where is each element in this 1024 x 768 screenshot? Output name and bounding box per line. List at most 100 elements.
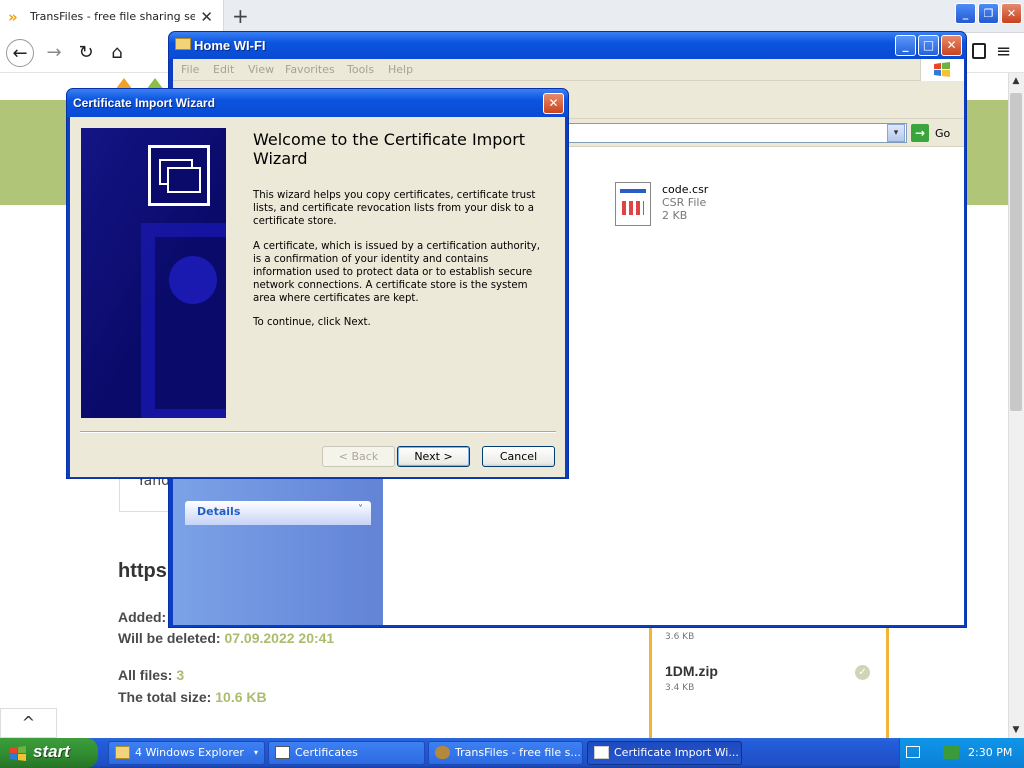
- total-size-line: The total size: 10.6 KB: [118, 689, 267, 705]
- go-button[interactable]: Go: [935, 127, 950, 140]
- windows-logo-icon: [920, 59, 964, 81]
- added-line: Added:: [118, 609, 166, 625]
- menu-view[interactable]: View: [248, 63, 274, 76]
- certificate-import-wizard: Certificate Import Wizard ✕ Welcome to t…: [66, 88, 569, 479]
- menu-icon[interactable]: ≡: [996, 41, 1011, 62]
- scrollbar-thumb[interactable]: [1010, 93, 1022, 411]
- browser-minimize-button[interactable]: _: [955, 3, 976, 24]
- extension-icon[interactable]: [972, 43, 986, 59]
- go-arrow-icon[interactable]: →: [911, 124, 929, 142]
- windows-flag-icon: [934, 62, 950, 77]
- wizard-paragraph-1: This wizard helps you copy certificates,…: [253, 190, 536, 227]
- explorer-close-button[interactable]: ✕: [941, 35, 962, 56]
- file-type: CSR File: [662, 196, 707, 209]
- menu-tools[interactable]: Tools: [347, 63, 374, 76]
- browser-tab-transfiles[interactable]: » TransFiles - free file sharing service…: [0, 0, 224, 33]
- explorer-maximize-button[interactable]: □: [918, 35, 939, 56]
- back-arrow-icon[interactable]: ←: [6, 39, 34, 67]
- wizard-paragraph-2: A certificate, which is issued by a cert…: [253, 241, 541, 304]
- start-button[interactable]: start: [0, 738, 98, 768]
- chevron-down-icon[interactable]: ˅: [358, 504, 363, 515]
- wizard-title: Certificate Import Wizard: [73, 96, 215, 110]
- scroll-down-icon[interactable]: ▼: [1008, 722, 1024, 738]
- details-panel-header[interactable]: Details ˅: [185, 501, 371, 525]
- explorer-minimize-button[interactable]: _: [895, 35, 916, 56]
- wizard-paragraph-3: To continue, click Next.: [253, 317, 371, 328]
- wizard-separator: [80, 431, 556, 433]
- file-size: 3.4 KB: [665, 683, 695, 693]
- clock[interactable]: 2:30 PM: [968, 746, 1012, 759]
- menu-favorites[interactable]: Favorites: [285, 63, 335, 76]
- csr-file-icon[interactable]: [615, 182, 651, 226]
- taskbar-item-label: 4 Windows Explorer: [135, 746, 244, 759]
- window-icon: [594, 746, 609, 759]
- browser-restore-button[interactable]: ❐: [978, 3, 999, 24]
- added-label: Added:: [118, 609, 167, 625]
- menu-help[interactable]: Help: [388, 63, 413, 76]
- back-button[interactable]: < Back: [322, 446, 395, 467]
- browser-window-controls: _ ❐ ✕: [955, 3, 1022, 24]
- chevron-down-icon: ▾: [253, 748, 258, 757]
- system-tray: 2:30 PM: [899, 738, 1024, 768]
- scroll-top-button[interactable]: ^: [0, 708, 57, 738]
- tab-title: TransFiles - free file sharing service: [30, 10, 195, 23]
- explorer-window-controls: _ □ ✕: [895, 35, 962, 56]
- explorer-title-bar[interactable]: Home WI-FI _ □ ✕: [169, 32, 966, 59]
- scroll-up-icon[interactable]: ▲: [1008, 73, 1024, 89]
- folder-icon: [115, 746, 130, 759]
- transfiles-favicon-icon: »: [8, 7, 18, 26]
- menu-file[interactable]: File: [181, 63, 199, 76]
- taskbar: start 4 Windows Explorer ▾ Certificates …: [0, 738, 1024, 768]
- total-size-value: 10.6 KB: [215, 689, 267, 705]
- file-name[interactable]: code.csr: [662, 183, 708, 196]
- wizard-banner-image: [81, 128, 226, 418]
- network-icon[interactable]: [943, 745, 959, 759]
- wizard-title-bar[interactable]: Certificate Import Wizard ✕: [67, 89, 568, 117]
- all-files-line: All files: 3: [118, 667, 184, 683]
- files-panel: [649, 626, 889, 738]
- browser-icon: [435, 746, 450, 759]
- menu-edit[interactable]: Edit: [213, 63, 234, 76]
- browser-tab-bar: » TransFiles - free file sharing service…: [0, 0, 1024, 33]
- taskbar-item-label: TransFiles - free file s...: [455, 746, 581, 759]
- certificate-icon: [148, 145, 210, 206]
- deleted-value: 07.09.2022 20:41: [224, 630, 335, 646]
- windows-flag-icon: [10, 746, 26, 761]
- cancel-button[interactable]: Cancel: [482, 446, 555, 467]
- check-icon: ✓: [855, 665, 870, 680]
- file-size: 2 KB: [662, 209, 688, 222]
- all-files-value: 3: [176, 667, 185, 683]
- keyboard-icon[interactable]: [906, 746, 920, 758]
- taskbar-item-windows-explorer[interactable]: 4 Windows Explorer ▾: [108, 741, 265, 765]
- new-tab-icon[interactable]: +: [232, 4, 249, 28]
- file-icon-grid: [622, 201, 644, 215]
- folder-icon: [175, 38, 191, 50]
- explorer-title: Home WI-FI: [194, 38, 266, 53]
- wizard-close-button[interactable]: ✕: [543, 93, 564, 114]
- address-input[interactable]: [553, 123, 907, 143]
- deleted-line: Will be deleted: 07.09.2022 20:41: [118, 630, 334, 646]
- explorer-menu-bar: File Edit View Favorites Tools Help: [173, 59, 964, 81]
- browser-close-button[interactable]: ✕: [1001, 3, 1022, 24]
- taskbar-item-label: Certificates: [295, 746, 358, 759]
- tab-close-icon[interactable]: ✕: [200, 8, 213, 26]
- start-label: start: [33, 742, 70, 761]
- next-button[interactable]: Next >: [397, 446, 470, 467]
- details-label: Details: [197, 505, 241, 518]
- taskbar-item-certificate-import-wizard[interactable]: Certificate Import Wi...: [587, 741, 742, 765]
- file-size: 3.6 KB: [665, 632, 695, 642]
- wizard-body: Welcome to the Certificate Import Wizard…: [70, 117, 565, 477]
- home-icon[interactable]: ⌂: [103, 39, 131, 67]
- wizard-heading: Welcome to the Certificate Import Wizard: [253, 130, 526, 168]
- file-name[interactable]: 1DM.zip: [665, 663, 718, 679]
- taskbar-item-label: Certificate Import Wi...: [614, 746, 739, 759]
- total-size-label: The total size:: [118, 689, 212, 705]
- deleted-label: Will be deleted:: [118, 630, 221, 646]
- reload-icon[interactable]: ↻: [72, 39, 100, 67]
- address-dropdown-icon[interactable]: ▾: [887, 124, 905, 142]
- taskbar-item-certificates[interactable]: Certificates: [268, 741, 425, 765]
- taskbar-item-transfiles[interactable]: TransFiles - free file s...: [428, 741, 583, 765]
- share-link[interactable]: https: [118, 560, 167, 583]
- forward-arrow-icon[interactable]: →: [40, 39, 68, 67]
- certificate-card-front: [167, 167, 201, 193]
